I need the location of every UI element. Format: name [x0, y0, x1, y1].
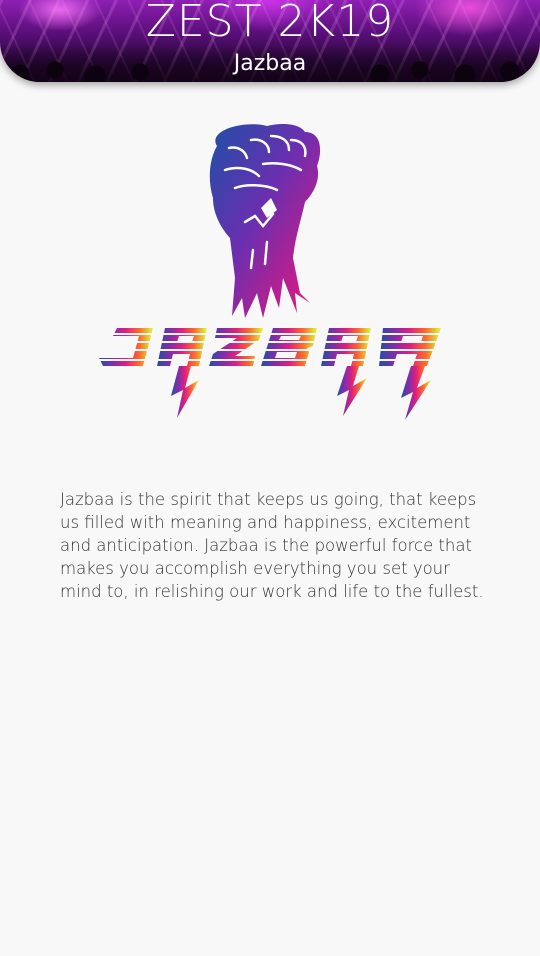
raised-fist-icon: [209, 124, 321, 318]
page-subtitle: Jazbaa: [233, 51, 307, 76]
about-jazbaa-text: Jazbaa is the spirit that keeps us going…: [60, 490, 484, 601]
screen: ZEST 2K19 Jazbaa Jazbaa is the spirit th…: [0, 0, 540, 956]
jazbaa-logo: [95, 124, 445, 420]
header-banner: ZEST 2K19 Jazbaa: [0, 0, 540, 82]
page-title: ZEST 2K19: [145, 0, 395, 47]
